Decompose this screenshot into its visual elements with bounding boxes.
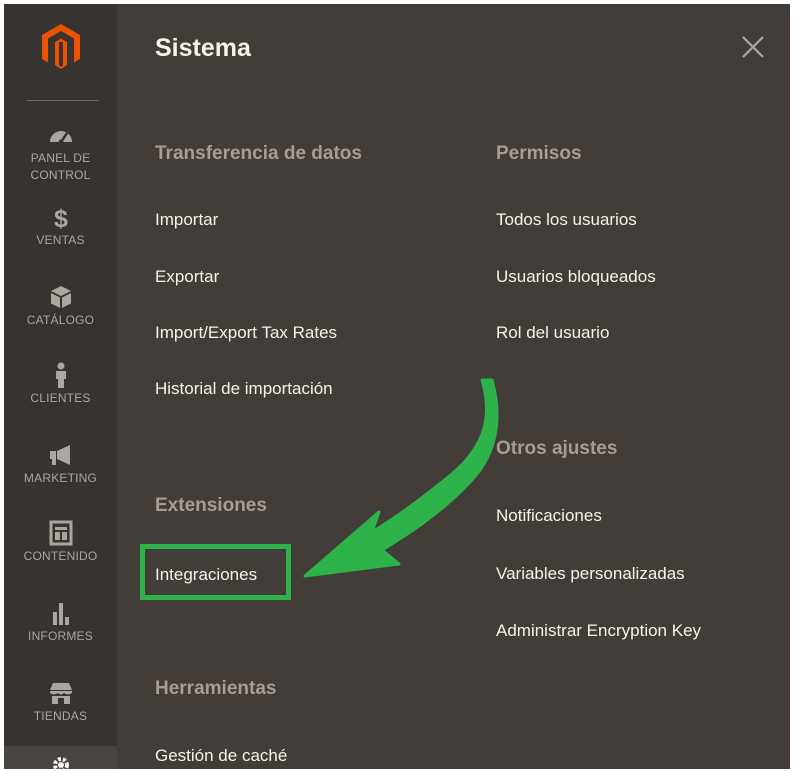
group-title-other-settings: Otros ajustes — [496, 438, 618, 459]
group-title-data-transfer: Transferencia de datos — [155, 143, 362, 164]
menu-link-all-users[interactable]: Todos los usuarios — [496, 210, 637, 230]
menu-link-import[interactable]: Importar — [155, 210, 218, 230]
menu-link-notifications[interactable]: Notificaciones — [496, 506, 602, 526]
green-arrow-annotation — [303, 378, 499, 578]
sidebar-item-dashboard[interactable]: PANEL DE CONTROL — [4, 122, 117, 184]
sidebar-item-sales[interactable]: $ VENTAS — [4, 204, 117, 249]
menu-link-export[interactable]: Exportar — [155, 267, 219, 287]
bar-chart-icon — [46, 600, 76, 626]
menu-link-user-roles[interactable]: Rol del usuario — [496, 323, 609, 343]
sidebar-item-label: CONTENIDO — [23, 549, 98, 563]
close-icon — [742, 36, 764, 58]
layout-icon — [46, 520, 76, 546]
sidebar-item-label: CATÁLOGO — [26, 313, 95, 327]
sidebar-item-label: CLIENTES — [30, 391, 91, 405]
menu-link-import-export-tax-rates[interactable]: Import/Export Tax Rates — [155, 323, 337, 343]
gear-icon — [46, 754, 76, 769]
group-title-tools: Herramientas — [155, 678, 277, 699]
sidebar-item-label: PANEL DE — [30, 151, 91, 165]
sidebar-item-label: INFORMES — [28, 629, 93, 643]
sidebar-item-stores[interactable]: TIENDAS — [4, 680, 117, 725]
panel-title: Sistema — [155, 34, 251, 62]
sidebar-item-content[interactable]: CONTENIDO — [4, 520, 117, 565]
close-button[interactable] — [738, 32, 768, 62]
box-icon — [46, 284, 76, 310]
menu-link-locked-users[interactable]: Usuarios bloqueados — [496, 267, 656, 287]
sidebar-item-label: VENTAS — [36, 233, 85, 247]
menu-link-custom-variables[interactable]: Variables personalizadas — [496, 564, 685, 584]
admin-sidebar: PANEL DE CONTROL $ VENTAS CATÁLOGO CLIEN… — [4, 4, 117, 769]
magento-logo-icon — [42, 24, 80, 69]
store-icon — [46, 680, 76, 706]
magento-logo[interactable] — [4, 4, 117, 94]
sidebar-item-customers[interactable]: CLIENTES — [4, 362, 117, 407]
svg-text:$: $ — [53, 205, 67, 230]
person-icon — [46, 362, 76, 388]
sidebar-item-reports[interactable]: INFORMES — [4, 600, 117, 645]
menu-link-integrations[interactable]: Integraciones — [155, 565, 257, 585]
sidebar-item-catalog[interactable]: CATÁLOGO — [4, 284, 117, 329]
sidebar-item-label: MARKETING — [23, 471, 98, 485]
dollar-icon: $ — [46, 204, 76, 230]
sidebar-item-label: CONTROL — [30, 168, 91, 182]
sidebar-item-marketing[interactable]: MARKETING — [4, 442, 117, 487]
admin-window: PANEL DE CONTROL $ VENTAS CATÁLOGO CLIEN… — [4, 4, 790, 769]
group-title-extensions: Extensiones — [155, 495, 267, 516]
menu-link-cache-management[interactable]: Gestión de caché — [155, 746, 287, 766]
sidebar-item-system[interactable] — [4, 746, 117, 769]
dashboard-icon — [46, 122, 76, 148]
system-menu-panel: Sistema Transferencia de datos Importar … — [117, 4, 790, 769]
menu-link-manage-encryption-key[interactable]: Administrar Encryption Key — [496, 621, 701, 641]
megaphone-icon — [46, 442, 76, 468]
sidebar-divider — [27, 100, 99, 101]
group-title-permissions: Permisos — [496, 143, 582, 164]
sidebar-item-label: TIENDAS — [33, 709, 88, 723]
